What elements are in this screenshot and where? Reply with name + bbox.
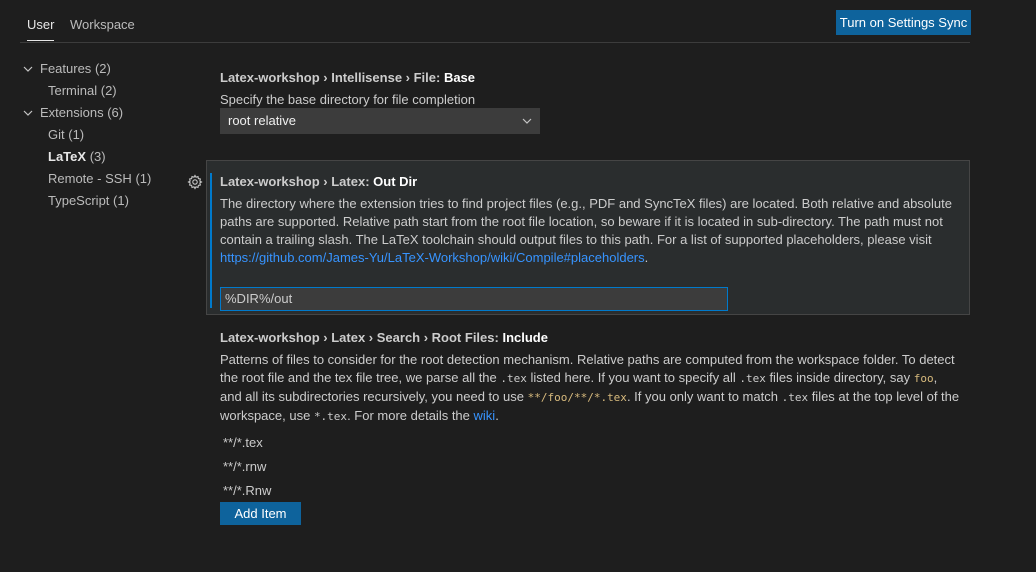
- settings-scope-tabs: User Workspace: [20, 10, 970, 43]
- chevron-down-icon: [23, 110, 33, 116]
- inline-code: foo: [913, 372, 934, 385]
- tree-item-features[interactable]: Features (2): [22, 58, 192, 80]
- setting-title: Latex-workshop › Latex: Out Dir: [220, 173, 960, 191]
- list-item[interactable]: **/*.tex: [223, 431, 271, 455]
- description-text: .: [495, 408, 499, 423]
- list-item[interactable]: **/*.Rnw: [223, 479, 271, 503]
- tab-user[interactable]: User: [27, 16, 55, 41]
- setting-name: Base: [443, 70, 476, 85]
- select-value: root relative: [228, 113, 296, 128]
- tree-item-count: (1): [113, 193, 129, 208]
- tree-item-count: (3): [89, 149, 106, 164]
- setting-out-dir: Latex-workshop › Latex: Out Dir The dire…: [220, 173, 960, 313]
- tree-item-label: Git: [48, 127, 65, 142]
- description-text: . For more details the: [347, 408, 474, 423]
- tree-item-extensions[interactable]: Extensions (6): [22, 102, 192, 124]
- inline-code: *.tex: [313, 410, 348, 423]
- setting-title: Latex-workshop › Latex › Search › Root F…: [220, 329, 960, 347]
- file-base-select[interactable]: root relative: [220, 108, 540, 134]
- tab-workspace[interactable]: Workspace: [70, 16, 135, 34]
- chevron-down-icon: [522, 118, 532, 124]
- tree-item-label: LaTeX: [48, 149, 87, 164]
- tree-item-count: (6): [107, 105, 124, 120]
- inline-code: .tex: [781, 391, 809, 404]
- tree-item-count: (1): [135, 171, 152, 186]
- tree-item-latex[interactable]: LaTeX (3): [22, 146, 192, 168]
- settings-toc-tree: Features (2) Terminal (2) Extensions (6)…: [22, 58, 192, 212]
- tree-item-typescript[interactable]: TypeScript (1): [22, 190, 192, 212]
- turn-on-settings-sync-button[interactable]: Turn on Settings Sync: [836, 10, 971, 35]
- setting-description: The directory where the extension tries …: [220, 195, 960, 267]
- setting-category: Latex-workshop › Latex › Search › Root F…: [220, 330, 503, 345]
- list-item[interactable]: **/*.rnw: [223, 455, 271, 479]
- inline-code: **/foo/**/*.tex: [527, 391, 627, 404]
- tree-item-label: Extensions: [40, 105, 104, 120]
- setting-file-base: Latex-workshop › Intellisense › File: Ba…: [220, 69, 960, 149]
- inline-code: .tex: [739, 372, 766, 385]
- inline-code: .tex: [500, 372, 527, 385]
- focus-indicator: [210, 173, 212, 308]
- tree-item-label: TypeScript: [48, 193, 110, 208]
- tree-item-remote-ssh[interactable]: Remote - SSH (1): [22, 168, 192, 190]
- description-text: . If you only want to match: [626, 389, 782, 404]
- description-text: .: [644, 250, 649, 265]
- tree-item-terminal[interactable]: Terminal (2): [22, 80, 192, 102]
- placeholders-link[interactable]: https://github.com/James-Yu/LaTeX-Worksh…: [220, 250, 645, 265]
- settings-editor: User Workspace Turn on Settings Sync Fea…: [0, 0, 1036, 572]
- setting-category: Latex-workshop › Latex:: [220, 174, 374, 189]
- setting-title: Latex-workshop › Intellisense › File: Ba…: [220, 69, 960, 87]
- add-item-button[interactable]: Add Item: [220, 502, 301, 525]
- setting-description: Patterns of files to consider for the ro…: [220, 351, 960, 426]
- description-text: listed here. If you want to specify all: [526, 370, 740, 385]
- tree-item-label: Remote - SSH: [48, 171, 132, 186]
- tree-item-label: Terminal: [48, 83, 98, 98]
- description-text: files inside directory, say: [765, 370, 914, 385]
- root-files-list: **/*.tex **/*.rnw **/*.Rnw: [223, 431, 271, 503]
- gear-icon[interactable]: [187, 174, 203, 190]
- setting-name: Include: [502, 330, 548, 345]
- chevron-down-icon: [23, 66, 33, 72]
- setting-name: Out Dir: [373, 174, 418, 189]
- tree-item-label: Features: [40, 61, 92, 76]
- tree-item-count: (1): [68, 127, 85, 142]
- tree-item-count: (2): [100, 83, 117, 98]
- wiki-link[interactable]: wiki: [474, 408, 496, 423]
- out-dir-input[interactable]: [220, 287, 728, 311]
- setting-description: Specify the base directory for file comp…: [220, 92, 476, 107]
- tree-item-git[interactable]: Git (1): [22, 124, 192, 146]
- tree-item-count: (2): [94, 61, 111, 76]
- description-text: The directory where the extension tries …: [220, 196, 952, 247]
- setting-root-files-include: Latex-workshop › Latex › Search › Root F…: [220, 329, 960, 539]
- setting-category: Latex-workshop › Intellisense › File:: [220, 70, 444, 85]
